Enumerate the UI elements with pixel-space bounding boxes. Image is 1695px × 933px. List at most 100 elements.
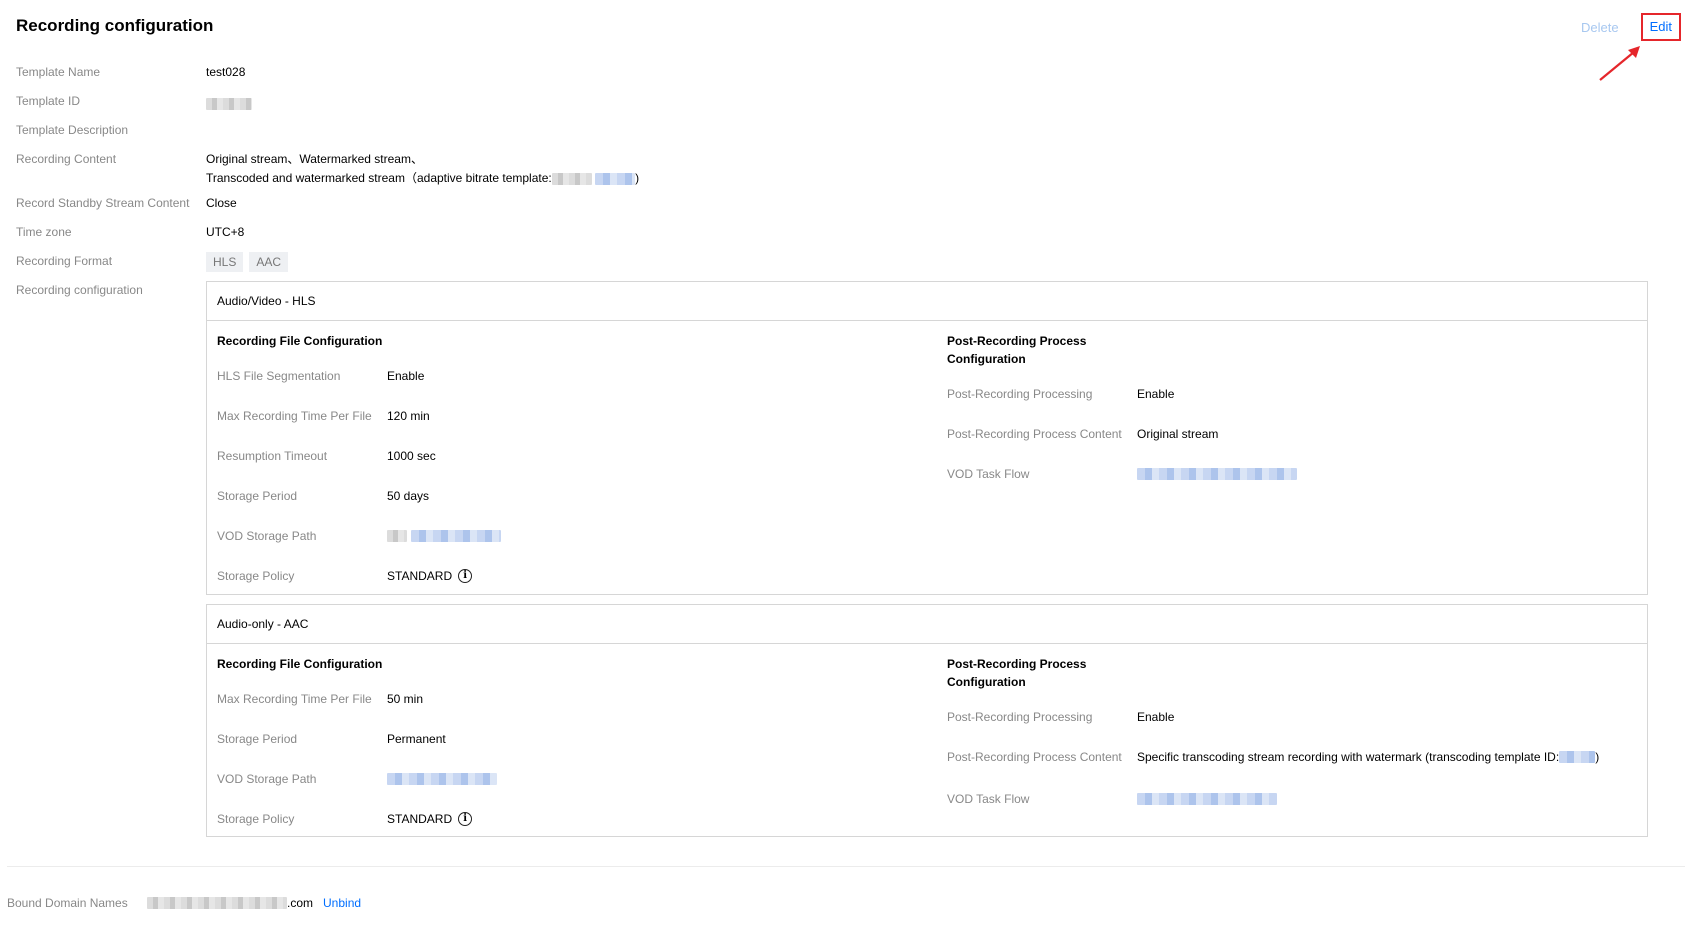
- aac-left-title: Recording File Configuration: [217, 655, 382, 673]
- storage-policy-text: STANDARD: [387, 569, 453, 583]
- annotation-arrow-icon: [1599, 46, 1640, 81]
- storage-policy-text: STANDARD: [387, 812, 453, 826]
- info-icon[interactable]: i: [458, 569, 473, 583]
- kv-value: 1000 sec: [387, 449, 436, 463]
- timezone-label: Time zone: [16, 225, 72, 239]
- aac-kv-post-processing: Post-Recording Processing Enable: [947, 709, 1174, 725]
- kv-key: VOD Task Flow: [947, 467, 1030, 481]
- recording-content-row: Recording Content Original stream、Waterm…: [16, 150, 639, 188]
- aac-kv-vod-task-flow: VOD Task Flow: [947, 791, 1277, 807]
- aac-card-title: Audio-only - AAC: [207, 605, 1647, 644]
- kv-value: [387, 771, 497, 787]
- recording-content-value: Original stream、Watermarked stream、 Tran…: [206, 150, 639, 188]
- template-name-row: Template Name test028: [16, 63, 245, 82]
- kv-value: Enable: [1137, 387, 1175, 401]
- aac-kv-storage-period: Storage Period Permanent: [217, 731, 446, 747]
- hls-kv-vod-task-flow: VOD Task Flow: [947, 466, 1297, 482]
- kv-key: HLS File Segmentation: [217, 369, 341, 383]
- recording-content-label: Recording Content: [16, 152, 117, 166]
- aac-right-title: Post-Recording Process Configuration: [947, 655, 1086, 691]
- kv-key: Storage Policy: [217, 812, 295, 826]
- kv-key: Max Recording Time Per File: [217, 692, 372, 706]
- kv-value: Specific transcoding stream recording wi…: [1137, 749, 1599, 765]
- redacted-path-a: [387, 530, 407, 542]
- info-icon[interactable]: i: [458, 812, 473, 826]
- hls-kv-storage-policy: Storage Policy STANDARD i: [217, 568, 473, 584]
- aac-kv-storage-policy: Storage Policy STANDARD i: [217, 811, 473, 827]
- kv-key: Resumption Timeout: [217, 449, 328, 463]
- kv-value: STANDARD i: [387, 811, 473, 827]
- redacted-path-b[interactable]: [411, 530, 501, 542]
- template-id-row: Template ID: [16, 92, 252, 111]
- kv-key: Post-Recording Processing: [947, 710, 1093, 724]
- recording-content-line2-text: Transcoded and watermarked stream（adapti…: [206, 171, 552, 185]
- kv-value: 50 min: [387, 692, 424, 706]
- delete-button[interactable]: Delete: [1581, 20, 1619, 35]
- kv-value: [387, 528, 501, 544]
- standby-label: Record Standby Stream Content: [16, 196, 190, 210]
- kv-value: 50 days: [387, 489, 430, 503]
- header-actions: Delete Edit: [1581, 12, 1681, 42]
- kv-key: Post-Recording Process Content: [947, 427, 1122, 441]
- kv-key: Storage Period: [217, 489, 298, 503]
- template-description-label: Template Description: [16, 123, 129, 137]
- recording-content-line2: Transcoded and watermarked stream（adapti…: [206, 171, 639, 185]
- kv-key: Post-Recording Processing: [947, 387, 1093, 401]
- hls-kv-storage-period: Storage Period 50 days: [217, 488, 429, 504]
- redacted-template-link: [595, 172, 636, 185]
- domain-suffix: .com: [287, 896, 314, 910]
- aac-recording-file-title: Recording File Configuration: [217, 657, 383, 671]
- page-title: Recording configuration: [16, 16, 214, 35]
- hls-kv-resumption: Resumption Timeout 1000 sec: [217, 448, 436, 464]
- template-name-label: Template Name: [16, 65, 101, 79]
- hls-card-title: Audio/Video - HLS: [207, 282, 1647, 321]
- kv-key: VOD Task Flow: [947, 792, 1030, 806]
- kv-key: Storage Policy: [217, 569, 295, 583]
- hls-recording-file-title: Recording File Configuration: [217, 334, 383, 348]
- aac-post-title-1: Post-Recording Process: [947, 657, 1087, 671]
- edit-button[interactable]: Edit: [1640, 13, 1681, 41]
- hls-post-title-1: Post-Recording Process: [947, 334, 1087, 348]
- kv-value: [1137, 466, 1297, 482]
- section-divider: [7, 866, 1685, 867]
- kv-key: Max Recording Time Per File: [217, 409, 372, 423]
- redacted-task-flow[interactable]: [1137, 793, 1277, 805]
- hls-kv-max-time: Max Recording Time Per File 120 min: [217, 408, 430, 424]
- hls-kv-segmentation: HLS File Segmentation Enable: [217, 368, 424, 384]
- kv-value: Permanent: [387, 732, 446, 746]
- template-id-label: Template ID: [16, 94, 81, 108]
- format-tags: HLS AAC: [206, 252, 294, 272]
- aac-kv-vod-path: VOD Storage Path: [217, 771, 497, 787]
- kv-value: Enable: [387, 369, 425, 383]
- hls-config-card: Audio/Video - HLS Recording File Configu…: [206, 281, 1648, 595]
- hls-kv-post-content: Post-Recording Process Content Original …: [947, 426, 1218, 442]
- kv-value: Original stream: [1137, 427, 1219, 441]
- template-description-row: Template Description: [16, 121, 206, 140]
- aac-post-title-2: Configuration: [947, 675, 1026, 689]
- kv-key: VOD Storage Path: [217, 772, 317, 786]
- recording-content-line2-end: ): [635, 171, 640, 185]
- redacted-transcode-id: [1559, 751, 1596, 763]
- unbind-link[interactable]: Unbind: [323, 896, 361, 910]
- redacted-template: [551, 172, 592, 185]
- hls-kv-post-processing: Post-Recording Processing Enable: [947, 386, 1174, 402]
- kv-value: 120 min: [387, 409, 430, 423]
- template-name-value: test028: [206, 65, 246, 79]
- kv-value: [1137, 791, 1277, 807]
- format-row: Recording Format HLS AAC: [16, 252, 294, 272]
- post-content-end: ): [1595, 750, 1600, 764]
- kv-key: Storage Period: [217, 732, 298, 746]
- kv-key: Post-Recording Process Content: [947, 750, 1122, 764]
- recording-configuration-label: Recording configuration: [16, 283, 143, 297]
- aac-kv-max-time: Max Recording Time Per File 50 min: [217, 691, 423, 707]
- timezone-value: UTC+8: [206, 225, 245, 239]
- redacted-domain: [147, 897, 287, 909]
- redacted-task-flow[interactable]: [1137, 468, 1297, 480]
- standby-row: Record Standby Stream Content Close: [16, 194, 237, 213]
- kv-key: VOD Storage Path: [217, 529, 317, 543]
- hls-post-title-2: Configuration: [947, 352, 1026, 366]
- timezone-row: Time zone UTC+8: [16, 223, 244, 242]
- redacted-path[interactable]: [387, 773, 497, 785]
- aac-config-card: Audio-only - AAC Recording File Configur…: [206, 604, 1648, 837]
- bound-domains-label: Bound Domain Names: [7, 896, 128, 910]
